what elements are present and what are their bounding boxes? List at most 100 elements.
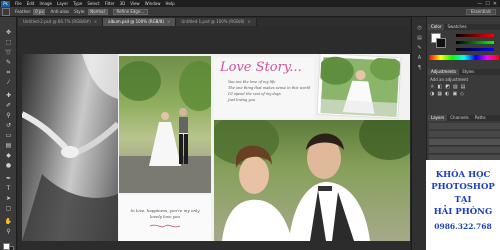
app-logo: Ps	[1, 0, 10, 7]
menu-image[interactable]: Image	[39, 1, 52, 6]
clone-stamp-tool-icon[interactable]: ⚲	[4, 112, 13, 120]
adjustments-hint: Add an adjustment	[430, 77, 469, 82]
tab-label: Untitled-2.psd @ 66.7% (RGB/8#)	[23, 19, 91, 24]
style-label: Style:	[74, 9, 86, 14]
minimize-button[interactable]: —	[477, 1, 482, 7]
layers-panel-tabs: Layers Channels Paths	[428, 115, 500, 121]
history-icon[interactable]: ◷	[416, 25, 423, 31]
brush-tool-icon[interactable]: ✐	[4, 102, 13, 110]
tab-adjustments[interactable]: Adjustments	[428, 69, 460, 75]
maximize-button[interactable]: ☐	[485, 1, 489, 7]
flourish-icon	[149, 224, 181, 228]
options-bar: Feather: 0 px Anti-alias Style: Normal R…	[0, 7, 500, 17]
adjustments-panel-tabs: Adjustments Styles	[428, 69, 500, 75]
menu-layer[interactable]: Layer	[57, 1, 68, 6]
tab-document-3[interactable]: Untitled-1.psd @ 100% (RGB/8) ×	[176, 18, 257, 26]
love-story-block: Love Story... You are the love of my lif…	[214, 58, 314, 118]
color-swatches[interactable]	[3, 243, 14, 250]
photo-holding-hands	[22, 54, 118, 241]
crop-tool-icon[interactable]: ⌗	[4, 69, 13, 77]
tab-document-1[interactable]: Untitled-2.psd @ 66.7% (RGB/8#) ×	[18, 18, 104, 26]
close-icon[interactable]: ×	[167, 19, 170, 24]
refine-edge-button[interactable]: Refine Edge...	[112, 8, 149, 15]
menu-select[interactable]: Select	[87, 1, 99, 6]
pen-tool-icon[interactable]: ✒	[4, 175, 13, 183]
menu-help[interactable]: Help	[165, 1, 174, 6]
document-canvas[interactable]: In love, happiness, you're my only lovel…	[22, 54, 410, 241]
promo-phone: 0986.322.768	[434, 222, 492, 231]
eyedropper-tool-icon[interactable]: ⁄	[4, 79, 13, 87]
tab-label: album.psd @ 100% (RGB/8)	[108, 19, 164, 24]
style-select[interactable]: Normal	[87, 8, 108, 15]
promo-line-4: HẢI PHÒNG	[433, 207, 493, 217]
dodge-tool-icon[interactable]: ●	[4, 162, 13, 170]
feather-input[interactable]: 0 px	[33, 8, 46, 15]
blur-tool-icon[interactable]: ◆	[4, 152, 13, 160]
green-slider[interactable]	[456, 41, 494, 44]
shape-tool-icon[interactable]: ▢	[4, 205, 13, 213]
hand-tool-icon[interactable]: ✋	[4, 218, 13, 226]
gradient-tool-icon[interactable]: ▤	[4, 142, 13, 150]
close-icon[interactable]: ×	[94, 19, 97, 24]
promo-line-2: PHOTOSHOP	[431, 182, 495, 192]
menu-filter[interactable]: Filter	[105, 1, 115, 6]
menu-edit[interactable]: Edit	[27, 1, 35, 6]
tools-panel: ✥ ⬚ ➰ ✎ ⌗ ⁄ ✚ ✐ ⚲ ↺ ▭ ▤ ◆ ● ✒ T ➤ ▢ ✋ ⚲	[0, 17, 17, 250]
type-tool-icon[interactable]: T	[4, 185, 13, 193]
workspace-select[interactable]: Essentials	[465, 8, 496, 15]
brush-preset-icon[interactable]: ✎	[416, 45, 423, 51]
lasso-tool-icon[interactable]: ➰	[4, 49, 13, 57]
tab-document-2[interactable]: album.psd @ 100% (RGB/8) ×	[103, 18, 177, 26]
background-color-preview[interactable]	[436, 38, 446, 48]
blend-mode-bar[interactable]	[429, 131, 500, 137]
tab-layers[interactable]: Layers	[428, 115, 448, 121]
photo-couple-closeup	[214, 120, 410, 241]
tab-styles[interactable]: Styles	[459, 69, 477, 75]
menu-type[interactable]: Type	[73, 1, 82, 6]
story-line-1: You are the love of my life	[228, 80, 276, 84]
red-slider[interactable]	[456, 34, 494, 37]
feather-label: Feather:	[15, 9, 32, 14]
layer-filter-bar[interactable]	[429, 123, 500, 129]
tab-paths[interactable]: Paths	[472, 115, 489, 121]
menu-file[interactable]: File	[15, 1, 22, 6]
couple-walking-illustration	[119, 61, 211, 193]
properties-icon[interactable]: ▤	[416, 35, 423, 41]
history-brush-tool-icon[interactable]: ↺	[4, 122, 13, 130]
adjustment-icons-row-2[interactable]: ◑▦◐▣◇	[430, 91, 467, 97]
close-button[interactable]: ✕	[493, 1, 497, 7]
layer-row[interactable]	[429, 147, 500, 154]
foreground-color-swatch[interactable]	[3, 243, 10, 250]
healing-tool-icon[interactable]: ✚	[4, 92, 13, 100]
window-controls: — ☐ ✕	[477, 1, 497, 7]
color-panel-tabs: Color Swatches	[428, 24, 500, 30]
character-icon[interactable]: A	[416, 55, 423, 61]
path-select-tool-icon[interactable]: ➤	[4, 195, 13, 203]
zoom-tool-icon[interactable]: ⚲	[4, 228, 13, 236]
menu-view[interactable]: View	[130, 1, 140, 6]
tab-channels[interactable]: Channels	[447, 115, 472, 121]
menu-window[interactable]: Window	[145, 1, 161, 6]
paragraph-icon[interactable]: ¶	[416, 65, 423, 71]
marquee-preset-icon[interactable]	[2, 7, 10, 16]
document-tabs: Untitled-2.psd @ 66.7% (RGB/8#) × album.p…	[18, 18, 410, 26]
quick-select-tool-icon[interactable]: ✎	[4, 59, 13, 67]
tab-swatches[interactable]: Swatches	[444, 24, 469, 30]
menu-bar: Ps File Edit Image Layer Type Select Fil…	[0, 0, 500, 7]
move-tool-icon[interactable]: ✥	[4, 29, 13, 37]
anti-alias-checkbox[interactable]: Anti-alias	[50, 9, 69, 14]
blue-slider[interactable]	[456, 48, 494, 51]
quote-card: In love, happiness, you're my only lovel…	[119, 195, 211, 241]
love-story-title: Love Story...	[220, 60, 302, 75]
menu-3d[interactable]: 3D	[120, 1, 126, 6]
eraser-tool-icon[interactable]: ▭	[4, 132, 13, 140]
layer-row[interactable]	[429, 139, 500, 146]
story-line-4: Just loving you	[228, 98, 255, 102]
close-icon[interactable]: ×	[247, 19, 250, 24]
holding-hands-illustration	[22, 54, 118, 241]
spectrum-bar[interactable]	[429, 55, 499, 60]
tab-color[interactable]: Color	[428, 24, 445, 30]
adjustment-icons-row-1[interactable]: ☼◧◩▨▤	[430, 84, 468, 90]
marquee-tool-icon[interactable]: ⬚	[4, 39, 13, 47]
bride-framed-illustration	[318, 56, 402, 118]
